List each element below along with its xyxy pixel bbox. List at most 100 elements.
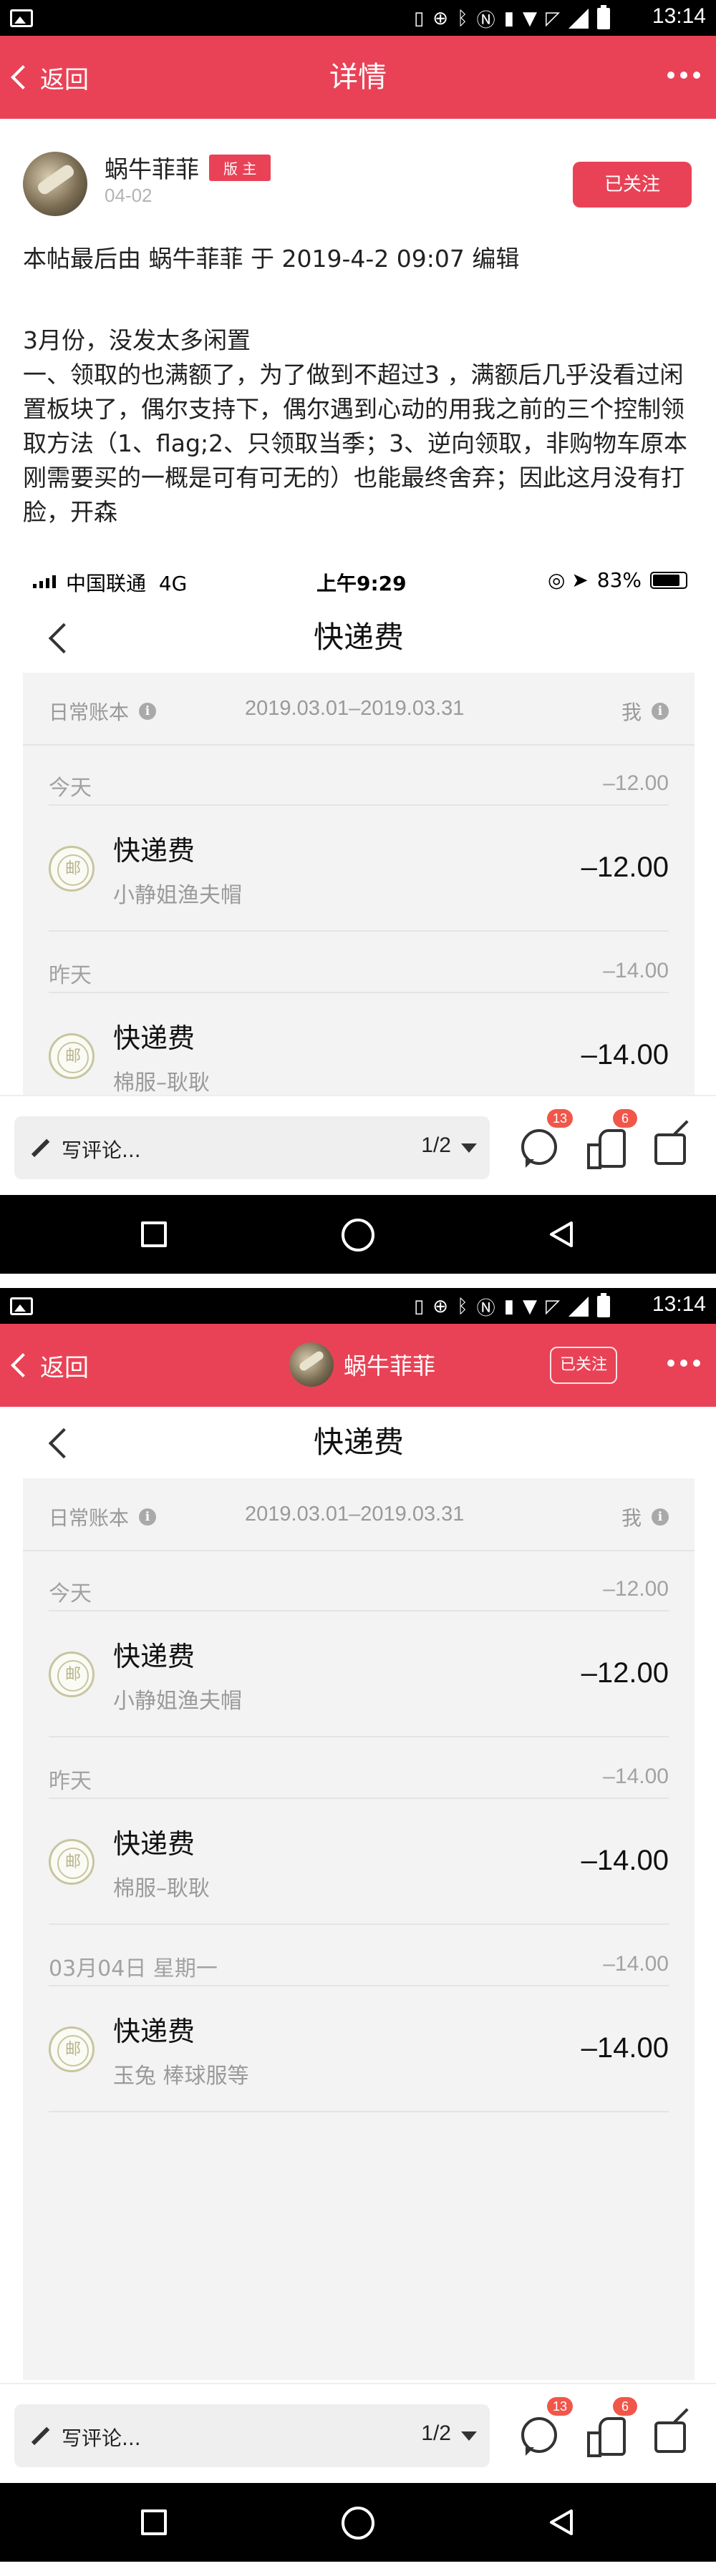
- page-title: 详情: [329, 61, 387, 94]
- author-row: 蜗牛菲菲 版 主: [105, 150, 271, 185]
- follow-button[interactable]: 已关注: [573, 162, 692, 208]
- owner-label: 我: [621, 1506, 642, 1530]
- day-header: 今天 –12.00: [49, 746, 669, 806]
- wifi-icon: ▼: [523, 1296, 537, 1317]
- like-count-badge: 6: [613, 1109, 637, 1128]
- back-button[interactable]: 返回: [9, 1324, 89, 1407]
- follow-button[interactable]: 已关注: [550, 1347, 617, 1384]
- page-indicator[interactable]: 1/2: [421, 1133, 451, 1158]
- post-icon: [49, 846, 95, 892]
- comment-count-badge: 13: [547, 1109, 574, 1128]
- bill-header: 快递费: [23, 1408, 695, 1477]
- avatar: [289, 1342, 334, 1387]
- info-icon: i: [652, 703, 669, 720]
- wifi-icon: ▼: [523, 8, 537, 29]
- day-header: 昨天 –14.00: [49, 1739, 669, 1799]
- day-header: 03月04日 星期一 –14.00: [49, 1926, 669, 1986]
- bill-list: 日常账本 i 2019.03.01–2019.03.31 我i 今天 –12.00 …: [23, 673, 695, 1095]
- entry-amount: –12.00: [581, 852, 669, 883]
- status-time: 13:14: [652, 1292, 706, 1316]
- ledger-name: 日常账本: [49, 1506, 130, 1530]
- info-icon: i: [139, 703, 157, 720]
- comment-icon[interactable]: [521, 1129, 557, 1168]
- comment-bar: 写评论... 1/2 13 6: [0, 2383, 716, 2483]
- home-button[interactable]: [342, 2507, 374, 2540]
- like-count-badge: 6: [613, 2397, 637, 2416]
- edit-note: 本帖最后由 蜗牛菲菲 于 2019-4-2 09:07 编辑: [23, 245, 520, 273]
- bluetooth-icon: ᛒ: [457, 8, 468, 29]
- comment-icon[interactable]: [521, 2417, 557, 2456]
- caret-down-icon[interactable]: [461, 1143, 477, 1153]
- battery-icon: [650, 571, 687, 589]
- entry-amount: –14.00: [581, 1039, 669, 1070]
- back-nav-button[interactable]: [547, 1220, 576, 1249]
- caret-down-icon[interactable]: [461, 2431, 477, 2441]
- header-bar: 返回 详情: [0, 36, 716, 119]
- share-icon[interactable]: [654, 2421, 686, 2453]
- entry-note: 棉服–耿耿: [113, 1876, 210, 1901]
- entry-name: 快递费: [113, 835, 195, 867]
- back-label: 返回: [40, 1353, 89, 1382]
- date-range: 2019.03.01–2019.03.31: [245, 1503, 465, 1526]
- bluetooth-icon: ᛒ: [457, 1296, 468, 1317]
- more-icon[interactable]: [667, 72, 700, 79]
- list-item[interactable]: 快递费 小静姐渔夫帽 –12.00: [49, 1611, 669, 1737]
- list-item[interactable]: 快递费 棉服–耿耿 –14.00: [49, 1799, 669, 1925]
- pen-icon: [31, 1138, 50, 1158]
- battery-icon: [597, 1293, 610, 1317]
- chevron-left-icon: [11, 1353, 35, 1377]
- comment-placeholder: 写评论...: [62, 1138, 141, 1162]
- comment-input[interactable]: 写评论... 1/2: [14, 1116, 490, 1179]
- list-item[interactable]: 快递费 小静姐渔夫帽 –12.00: [49, 806, 669, 932]
- entry-name: 快递费: [113, 2016, 195, 2047]
- android-nav-bar: [0, 2483, 716, 2562]
- no-sim-icon: ◸: [546, 1296, 560, 1317]
- nfc-icon: Ⓝ: [476, 1297, 495, 1319]
- comment-placeholder: 写评论...: [62, 2426, 141, 2450]
- owner-label: 我: [621, 701, 642, 724]
- header-author-name: 蜗牛菲菲: [344, 1352, 436, 1380]
- author-name[interactable]: 蜗牛菲菲: [105, 150, 199, 185]
- avatar[interactable]: [23, 152, 87, 216]
- page-indicator[interactable]: 1/2: [421, 2421, 451, 2446]
- sync-icon: ⊕: [432, 1296, 449, 1317]
- more-icon[interactable]: [667, 1360, 700, 1367]
- post-icon: [49, 2026, 95, 2072]
- embedded-status-bar: 中国联通 4G 上午9:29 ◎ ➤ 83%: [23, 564, 695, 600]
- recents-button[interactable]: [141, 2509, 167, 2535]
- entry-amount: –12.00: [581, 1657, 669, 1689]
- nfc-icon: Ⓝ: [476, 9, 495, 31]
- ledger-name: 日常账本: [49, 701, 130, 724]
- entry-name: 快递费: [113, 1023, 195, 1054]
- back-nav-button[interactable]: [547, 2508, 576, 2537]
- comment-input[interactable]: 写评论... 1/2: [14, 2404, 490, 2467]
- entry-amount: –14.00: [581, 1845, 669, 1876]
- entry-note: 小静姐渔夫帽: [113, 883, 242, 908]
- signal-icon: [33, 575, 56, 588]
- entry-name: 快递费: [113, 1641, 195, 1672]
- home-button[interactable]: [342, 1219, 374, 1252]
- entry-note: 玉兔 棒球服等: [113, 2064, 249, 2089]
- like-icon[interactable]: [587, 1129, 626, 1169]
- vibrate-icon: ▮: [503, 1296, 514, 1317]
- entry-note: 棉服–耿耿: [113, 1070, 210, 1095]
- list-item[interactable]: 快递费 玉兔 棒球服等 –14.00: [49, 1986, 669, 2112]
- embedded-status-right: ◎ ➤ 83%: [548, 568, 687, 592]
- list-item[interactable]: 快递费 棉服–耿耿 –14.00: [49, 993, 669, 1095]
- post-icon: [49, 1839, 95, 1885]
- android-nav-bar: [0, 1195, 716, 1274]
- entry-amount: –14.00: [581, 2032, 669, 2064]
- post-date: 04-02: [105, 185, 153, 206]
- date-range: 2019.03.01–2019.03.31: [245, 697, 465, 720]
- header-bar: 返回 蜗牛菲菲 已关注: [0, 1324, 716, 1407]
- embedded-time: 上午9:29: [316, 572, 407, 595]
- header-author[interactable]: 蜗牛菲菲: [289, 1342, 435, 1387]
- comment-count-badge: 13: [547, 2397, 574, 2416]
- like-icon[interactable]: [587, 2417, 626, 2457]
- bill-title: 快递费: [313, 1425, 404, 1460]
- android-status-bar: ▯ ⊕ ᛒ Ⓝ ▮ ▼ ◸ 13:14: [0, 0, 716, 36]
- share-icon[interactable]: [654, 1133, 686, 1165]
- post-paragraph-1: 3月份，没发太多闲置: [23, 326, 251, 354]
- battery-percent: 83%: [596, 568, 642, 592]
- recents-button[interactable]: [141, 1221, 167, 1247]
